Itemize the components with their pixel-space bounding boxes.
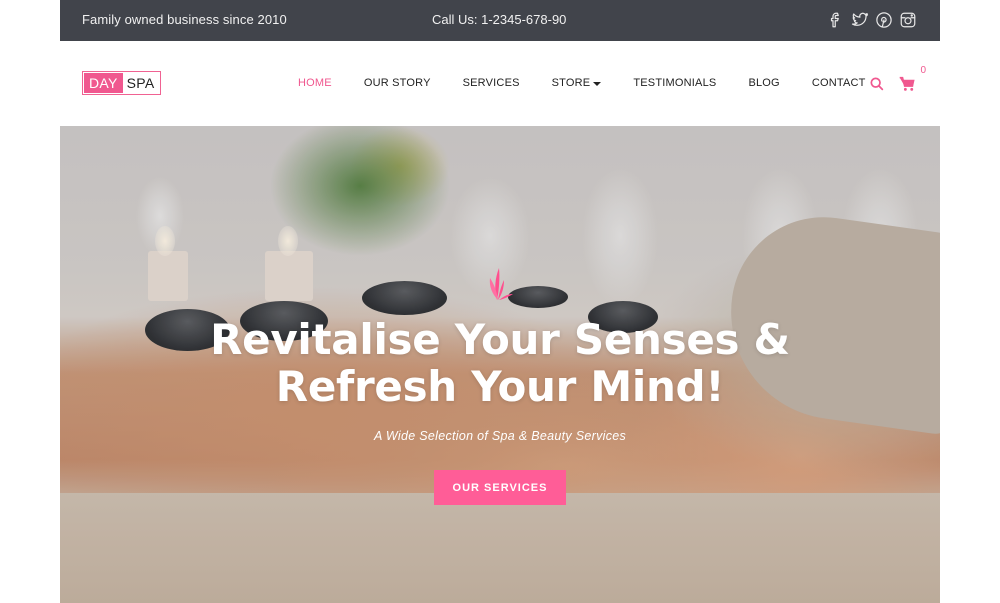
main-nav: HOME OUR STORY SERVICES STORE TESTIMONIA… — [298, 77, 898, 89]
caret-down-icon — [593, 81, 602, 86]
hero-title-line2: Refresh Your Mind! — [275, 362, 725, 411]
site-header: DAY SPA HOME OUR STORY SERVICES STORE TE… — [60, 41, 940, 126]
nav-testimonials[interactable]: TESTIMONIALS — [633, 77, 716, 89]
phone-number: Call Us: 1-2345-678-90 — [432, 12, 567, 27]
header-icons: 0 — [869, 65, 926, 94]
instagram-icon[interactable] — [898, 9, 918, 31]
nav-blog[interactable]: BLOG — [748, 77, 779, 89]
hero-title: Revitalise Your Senses & Refresh Your Mi… — [60, 316, 940, 410]
nav-store-label: STORE — [551, 77, 591, 89]
hero-banner: Revitalise Your Senses & Refresh Your Mi… — [60, 126, 940, 603]
tagline: Family owned business since 2010 — [82, 12, 287, 27]
pinterest-icon[interactable] — [874, 9, 894, 31]
logo-spa: SPA — [126, 75, 155, 91]
nav-services[interactable]: SERVICES — [463, 77, 520, 89]
twitter-icon[interactable] — [850, 9, 870, 31]
nav-store[interactable]: STORE — [552, 77, 602, 89]
nav-home[interactable]: HOME — [298, 77, 332, 89]
hero-subtitle: A Wide Selection of Spa & Beauty Service… — [373, 429, 627, 443]
cart-icon[interactable] — [899, 76, 919, 94]
top-bar: Family owned business since 2010 Call Us… — [60, 0, 940, 41]
search-icon[interactable] — [869, 76, 887, 94]
facebook-icon[interactable] — [826, 9, 846, 31]
hero-title-line1: Revitalise Your Senses & — [210, 315, 790, 364]
our-services-button[interactable]: OUR SERVICES — [434, 470, 566, 505]
nav-our-story[interactable]: OUR STORY — [364, 77, 431, 89]
social-links — [826, 9, 918, 31]
logo-day: DAY — [84, 73, 123, 93]
logo[interactable]: DAY SPA — [82, 71, 161, 95]
lotus-icon — [489, 268, 513, 300]
nav-contact[interactable]: CONTACT — [812, 77, 866, 89]
cart-count: 0 — [920, 65, 926, 76]
